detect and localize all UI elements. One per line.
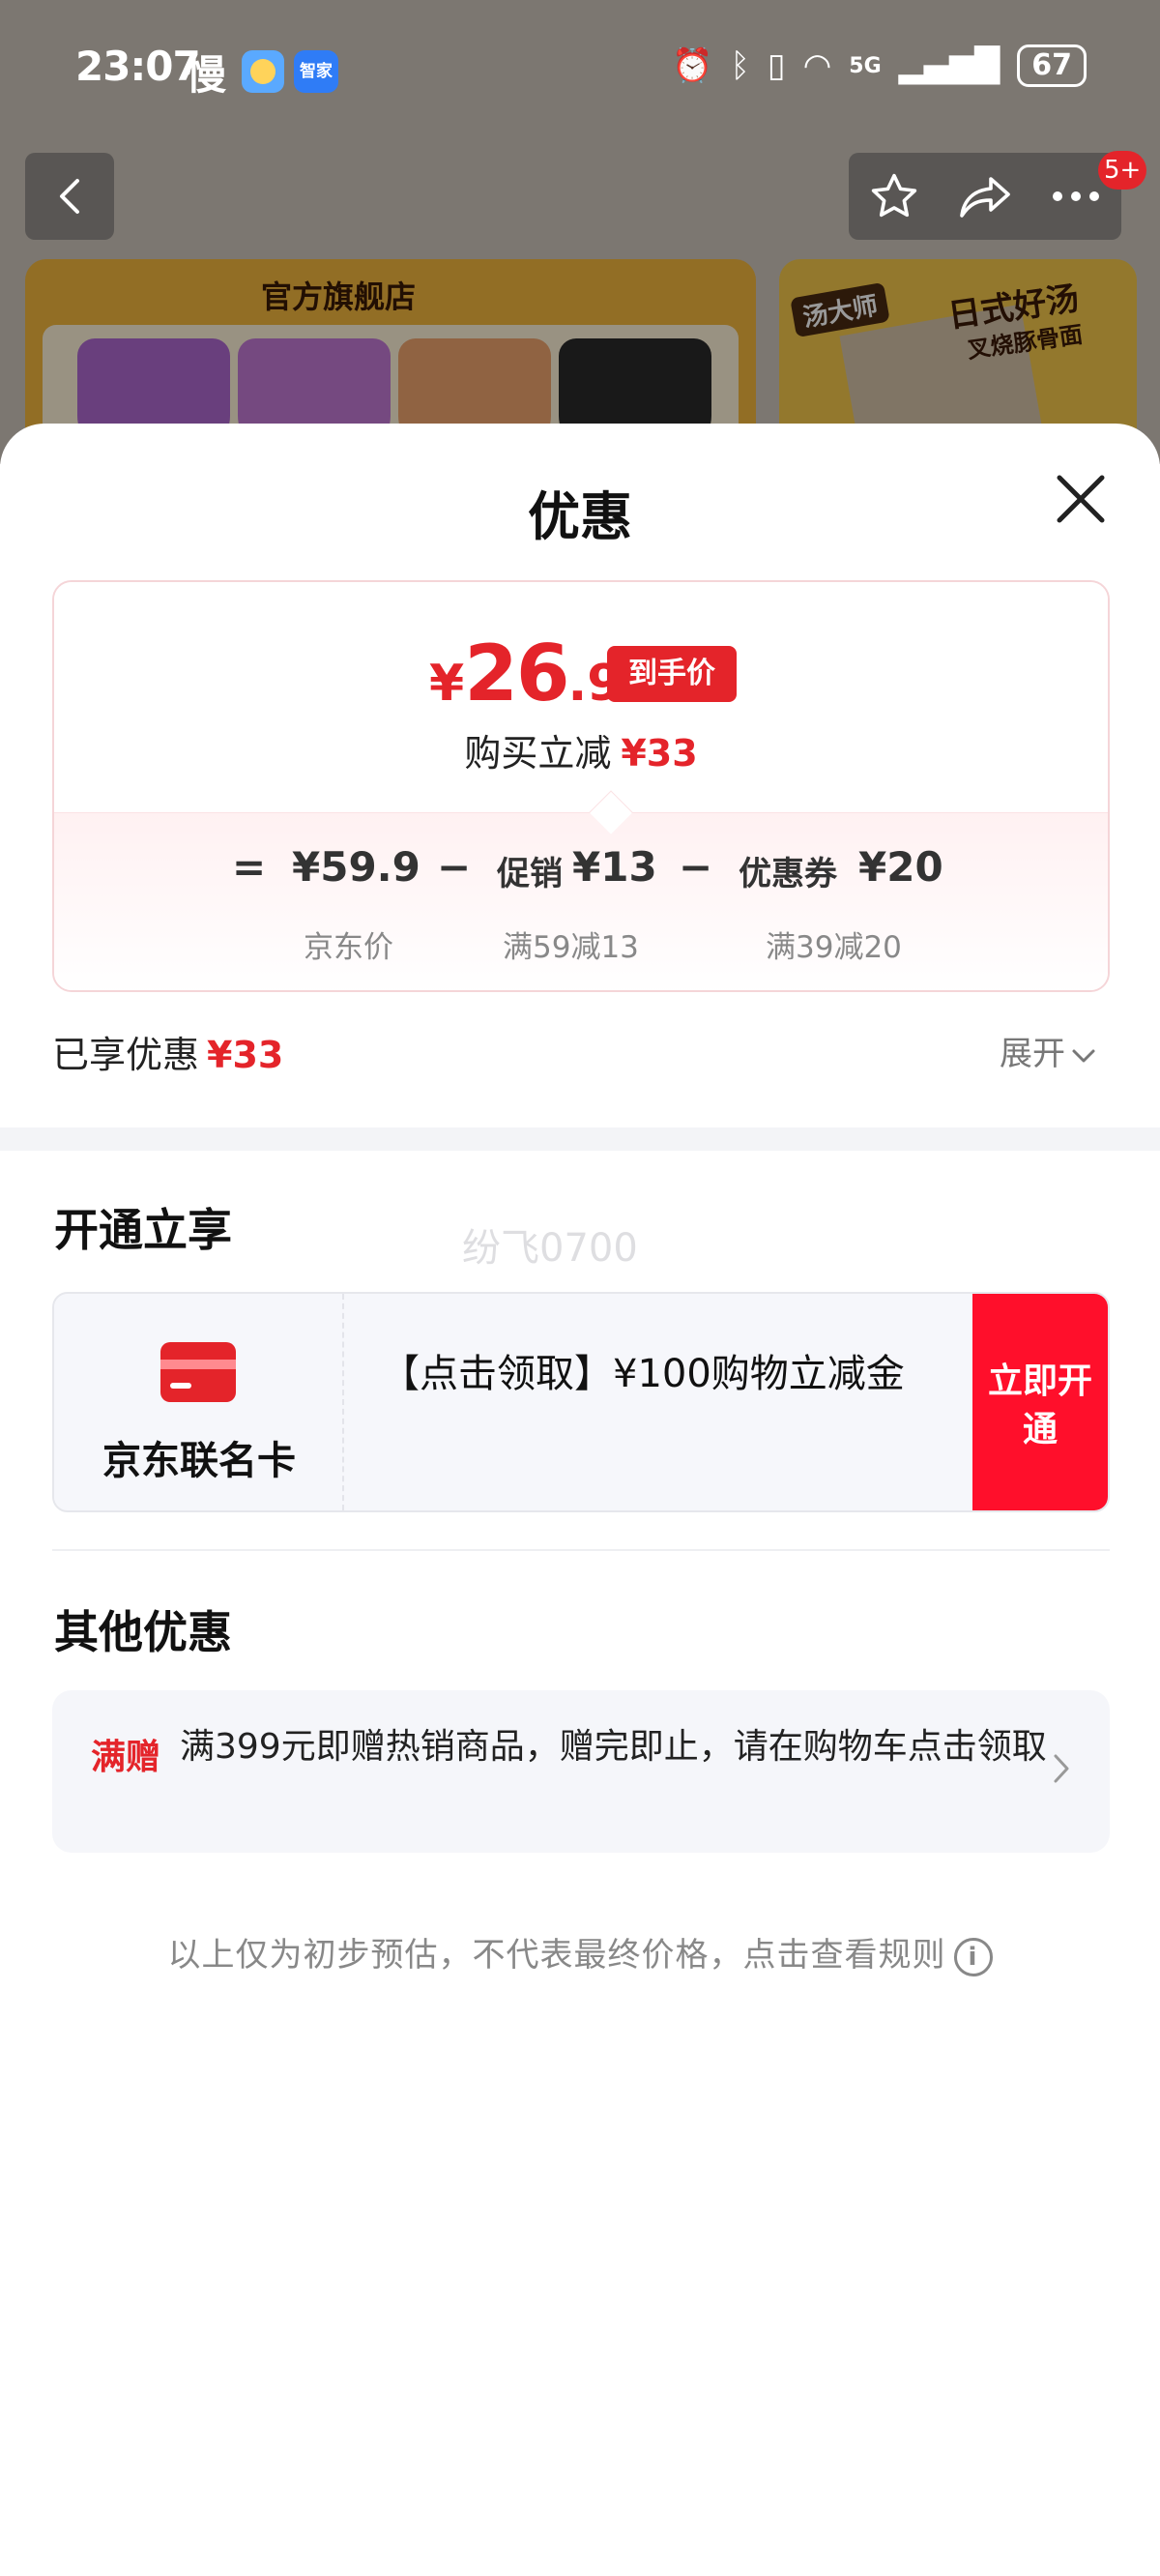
- top-action-group: [849, 153, 1121, 240]
- enjoyed-amount: ¥33: [207, 1034, 284, 1076]
- battery-indicator: 67: [1017, 44, 1087, 87]
- minus-sign: −: [437, 843, 472, 891]
- chevron-right-icon: [1054, 1754, 1069, 1783]
- card-name: 京东联名卡: [102, 1439, 296, 1483]
- expand-label: 展开: [1000, 1035, 1065, 1073]
- status-icons: ⏰ ᛒ ▯ ◠ 5G ▂▄▆█ 67: [672, 44, 1087, 87]
- promo-description: 满399元即赠热销商品，赠完即止，请在购物车点击领取: [180, 1727, 1047, 1767]
- final-price-integer: 26: [464, 629, 569, 718]
- chevron-left-icon: [60, 179, 79, 214]
- close-icon: [1057, 475, 1105, 523]
- wifi-icon: ◠: [802, 46, 832, 85]
- vibrate-icon: ▯: [767, 46, 786, 85]
- weather-app-icon: [242, 50, 284, 93]
- chevron-down-icon: [1072, 1049, 1095, 1062]
- cobrand-card-offer[interactable]: 京东联名卡 【点击领取】¥100购物立减金 立即开通: [52, 1292, 1110, 1512]
- coupon-amount: ¥20: [858, 843, 943, 891]
- smart-home-app-icon: 智家: [294, 50, 338, 93]
- reduce-amount: ¥33: [621, 732, 698, 775]
- promo-tag: 满赠: [91, 1738, 161, 1777]
- back-button[interactable]: [25, 153, 114, 240]
- message-count-badge: 5+: [1098, 151, 1147, 190]
- jd-price: ¥59.9: [292, 843, 420, 891]
- open-section-title: 开通立享: [54, 1204, 232, 1256]
- status-bar: 23:07 慢 智家 ⏰ ᛒ ▯ ◠ 5G ▂▄▆█ 67: [0, 0, 1160, 145]
- section-divider: [0, 1127, 1160, 1151]
- slow-mode-indicator: 慢: [186, 51, 227, 99]
- promo-label: 促销: [497, 855, 563, 893]
- final-price-tag: 到手价: [607, 646, 737, 702]
- equals-sign: =: [232, 843, 267, 891]
- jd-price-caption: 京东价: [304, 930, 393, 965]
- minus-sign: −: [679, 843, 713, 891]
- more-dots-icon: [1053, 191, 1099, 201]
- network-label: 5G: [849, 53, 882, 78]
- status-time: 23:07: [75, 43, 201, 90]
- signal-icon: ▂▄▆█: [898, 46, 1000, 85]
- share-button[interactable]: [940, 153, 1030, 240]
- card-description: 【点击领取】¥100购物立减金: [381, 1352, 905, 1396]
- enjoyed-discount: 已享优惠 ¥33: [52, 1025, 283, 1078]
- info-icon[interactable]: i: [953, 1937, 993, 1976]
- promo-caption: 满59减13: [503, 930, 639, 965]
- bluetooth-icon: ᛒ: [730, 46, 750, 85]
- open-now-button[interactable]: 立即开通: [972, 1294, 1108, 1510]
- coupon-caption: 满39减20: [766, 930, 902, 965]
- star-icon: [871, 173, 917, 218]
- divider: [52, 1549, 1110, 1551]
- enjoyed-label: 已享优惠: [52, 1034, 200, 1076]
- price-breakdown: = ¥59.9 − 促销 ¥13 − 优惠券 ¥20: [54, 843, 1108, 901]
- reduce-line: 购买立减 ¥33: [54, 723, 1108, 776]
- discount-sheet: 优惠 ¥26.9 到手价 购买立减 ¥33 = ¥59.9 − 促销 ¥13 − …: [0, 424, 1160, 2576]
- reduce-label: 购买立减: [464, 732, 612, 775]
- credit-card-icon: [160, 1342, 236, 1402]
- final-price: ¥26.9: [429, 629, 622, 718]
- sheet-title: 优惠: [528, 486, 632, 547]
- coupon-label: 优惠券: [739, 855, 837, 893]
- final-price-currency: ¥: [429, 655, 465, 713]
- other-section-title: 其他优惠: [54, 1606, 232, 1658]
- watermark: 纷飞0700: [462, 1226, 638, 1271]
- close-button[interactable]: [1052, 470, 1110, 528]
- share-icon: [960, 177, 1010, 218]
- price-card: ¥26.9 到手价 购买立减 ¥33 = ¥59.9 − 促销 ¥13 − 优惠券…: [52, 580, 1110, 992]
- expand-button[interactable]: 展开: [1000, 1027, 1096, 1074]
- favorite-button[interactable]: [849, 153, 940, 240]
- rules-footnote[interactable]: 以上仅为初步预估，不代表最终价格，点击查看规则 i: [0, 1928, 1160, 1976]
- promo-amount: ¥13: [572, 843, 657, 891]
- gift-promo-row[interactable]: 满399元即赠热销商品，赠完即止，请在购物车点击领取 满赠: [52, 1690, 1110, 1853]
- alarm-icon: ⏰: [672, 46, 713, 85]
- footnote-text: 以上仅为初步预估，不代表最终价格，点击查看规则: [167, 1936, 946, 1975]
